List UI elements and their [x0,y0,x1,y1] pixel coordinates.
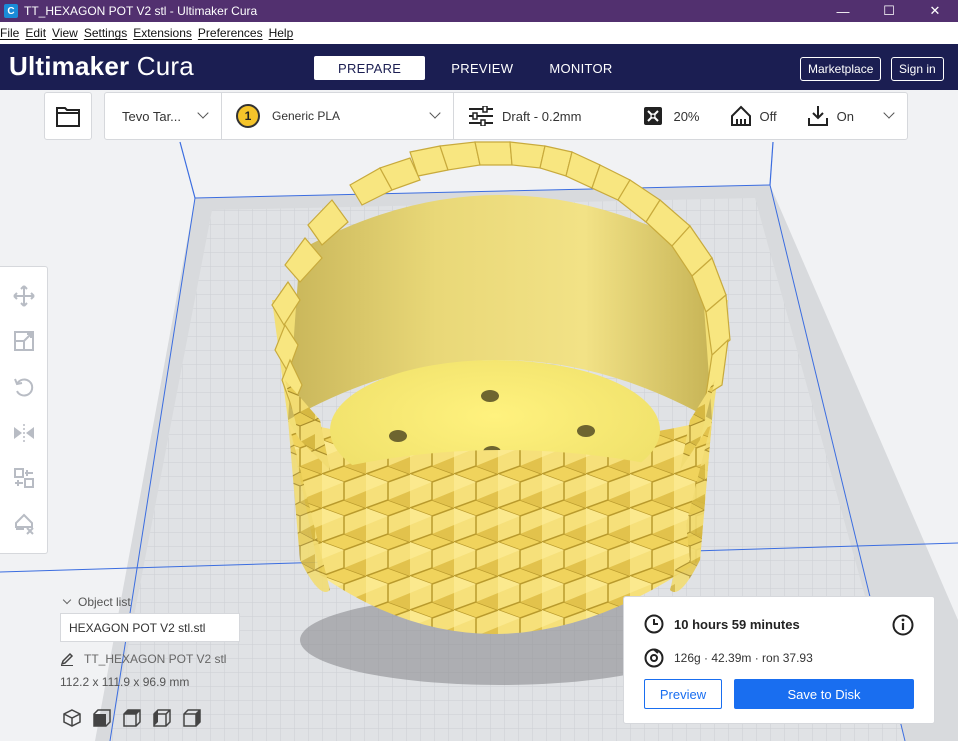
front-view-icon[interactable] [92,708,112,728]
object-list-panel: Object list HEXAGON POT V2 stl.stl TT_HE… [60,594,300,689]
pencil-icon [60,652,74,666]
print-time: 10 hours 59 minutes [674,616,800,632]
marketplace-button[interactable]: Marketplace [800,57,882,81]
support-blocker-tool[interactable] [10,510,38,538]
adhesion-value: On [836,108,854,124]
brand-product: Cura [136,51,194,81]
menu-file[interactable]: File [0,26,22,40]
menu-edit[interactable]: Edit [22,26,49,40]
object-list-toggle[interactable]: Object list [60,594,300,610]
material-usage: 126g · 42.39m · ron 37.93 [674,651,813,665]
material-usage-row: 126g · 42.39m · ron 37.93 [644,648,813,668]
close-button[interactable]: ✕ [912,0,958,22]
cura-app-icon: C [4,4,18,18]
adhesion-icon [807,106,828,126]
print-setup-bar: Tevo Tar... 1 Generic PLA Draft - 0.2mm … [104,92,908,140]
printer-selector[interactable]: Tevo Tar... [105,93,221,139]
material-name: Generic PLA [272,109,341,123]
clock-icon [644,614,664,634]
menu-preferences[interactable]: Preferences [195,26,266,40]
app-header: Ultimaker Cura PREPARE PREVIEW MONITOR M… [0,44,958,90]
tab-monitor[interactable]: MONITOR [531,56,630,80]
scale-icon [13,331,34,352]
maximize-button[interactable]: ☐ [866,0,912,22]
support-icon [730,105,751,126]
top-view-icon[interactable] [122,708,142,728]
material-selector[interactable]: 1 Generic PLA [222,93,453,139]
preview-button[interactable]: Preview [644,679,722,709]
mirror-icon [13,423,34,442]
3d-view-icon[interactable] [62,708,82,728]
extruder-badge: 1 [236,104,260,128]
mirror-tool[interactable] [10,419,38,447]
support-blocker-icon [14,513,34,535]
infill-icon [644,107,663,125]
move-tool[interactable] [10,282,38,310]
brand-name: Ultimaker [9,51,130,81]
rotate-icon [13,378,33,397]
job-name: TT_HEXAGON POT V2 stl [84,652,227,666]
menu-bar: File Edit View Settings Extensions Prefe… [0,22,958,44]
menu-extensions[interactable]: Extensions [130,26,195,40]
per-model-settings-icon [13,468,34,489]
scale-tool[interactable] [10,327,38,355]
printer-name: Tevo Tar... [122,108,182,124]
object-list-title: Object list [78,595,131,609]
menu-settings[interactable]: Settings [81,26,130,40]
menu-help[interactable]: Help [266,26,297,40]
sign-in-button[interactable]: Sign in [891,57,944,81]
folder-icon [56,107,80,127]
menu-view[interactable]: View [49,26,81,40]
tab-prepare[interactable]: PREPARE [314,56,426,80]
window-titlebar: C TT_HEXAGON POT V2 stl - Ultimaker Cura… [0,0,958,22]
job-name-row[interactable]: TT_HEXAGON POT V2 stl [60,652,300,666]
print-information-panel: 10 hours 59 minutes 126g · 42.39m · ron … [623,596,935,724]
view-orientation-buttons [62,708,202,728]
save-to-disk-button[interactable]: Save to Disk [734,679,914,709]
minimize-button[interactable]: — [820,0,866,22]
move-icon [12,285,35,307]
print-settings-selector[interactable]: Draft - 0.2mm 20% Off On [454,93,907,139]
stage-tabs: PREPARE PREVIEW MONITOR [314,56,631,80]
object-dimensions: 112.2 x 111.9 x 96.9 mm [60,675,190,689]
right-view-icon[interactable] [182,708,202,728]
open-file-button[interactable] [44,92,92,140]
profile-name: Draft - 0.2mm [502,108,582,124]
settings-sliders-icon [469,106,493,126]
chevron-down-icon [62,595,72,605]
object-list-item[interactable]: HEXAGON POT V2 stl.stl [60,613,240,642]
rotate-tool[interactable] [10,373,38,401]
support-value: Off [759,108,777,124]
print-time-row: 10 hours 59 minutes [644,614,800,634]
infill-value: 20% [673,108,700,124]
spool-icon [644,648,664,668]
tool-panel [0,266,48,554]
chevron-down-icon [197,107,209,119]
chevron-down-icon [883,107,895,119]
tab-preview[interactable]: PREVIEW [433,56,531,80]
left-view-icon[interactable] [152,708,172,728]
brand-logo: Ultimaker Cura [9,51,194,82]
info-icon[interactable] [892,614,914,636]
per-model-settings-tool[interactable] [10,464,38,492]
window-title: TT_HEXAGON POT V2 stl - Ultimaker Cura [24,4,258,18]
chevron-down-icon [429,107,441,119]
